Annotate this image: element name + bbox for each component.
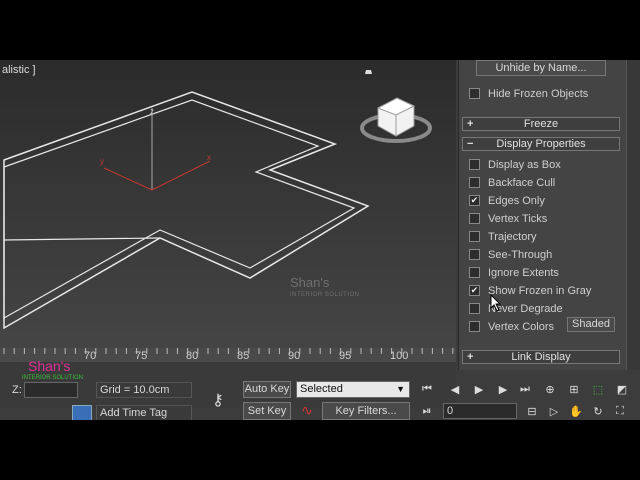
timeline-tick-label: 95 <box>339 350 352 362</box>
logo-text: Shan's <box>28 358 71 374</box>
option-label: Vertex Colors <box>488 321 555 333</box>
timeline-tick-label: 70 <box>84 350 97 362</box>
timeline-tick-label: 90 <box>288 350 301 362</box>
curve-editor-icon[interactable]: ∿ <box>296 402 318 420</box>
option-see-through[interactable]: See-Through <box>469 247 552 263</box>
checkbox-box[interactable] <box>469 230 480 242</box>
checkbox-box[interactable] <box>469 266 480 278</box>
app-window: alistic ] y x z Shan's INTERIOR SOLUTION <box>0 60 640 420</box>
display-properties-rollout[interactable]: − Display Properties <box>462 137 620 151</box>
key-icon[interactable]: ⚷ <box>203 390 233 409</box>
key-mode-icon[interactable]: ⏯ <box>418 405 436 418</box>
watermark: Shan's INTERIOR SOLUTION <box>290 275 360 298</box>
timeline-tick-label: 80 <box>186 350 199 362</box>
orbit-icon[interactable]: ↻ <box>590 405 606 418</box>
collapse-icon: − <box>467 138 474 150</box>
option-label: Ignore Extents <box>488 267 559 279</box>
unhide-by-name-button[interactable]: Unhide by Name... <box>476 60 606 76</box>
zoom-extents-all-icon[interactable]: ◩ <box>614 383 630 396</box>
checkbox-box[interactable] <box>469 158 480 170</box>
option-never-degrade[interactable]: Never Degrade <box>469 301 563 317</box>
walk-through-icon[interactable]: ✋ <box>568 405 584 418</box>
key-filters-button[interactable]: Key Filters... <box>322 402 410 420</box>
go-to-end-icon[interactable]: ⏭ <box>516 383 534 396</box>
option-label: See-Through <box>488 249 553 261</box>
grid-readout: Grid = 10.0cm <box>96 382 192 398</box>
logo-subtext: INTERIOR SOLUTION <box>22 375 84 381</box>
option-vertex-colors[interactable]: Vertex Colors <box>469 319 554 335</box>
option-display-as-box[interactable]: Display as Box <box>469 157 561 173</box>
option-ignore-extents[interactable]: Ignore Extents <box>469 265 559 281</box>
current-frame-field[interactable]: 0 <box>443 403 517 419</box>
option-backface-cull[interactable]: Backface Cull <box>469 175 555 191</box>
option-edges-only[interactable]: ✔ Edges Only <box>469 193 545 209</box>
svg-text:y: y <box>100 157 104 166</box>
selection-set-dropdown[interactable]: Selected ▼ <box>296 381 410 398</box>
option-vertex-ticks[interactable]: Vertex Ticks <box>469 211 547 227</box>
option-label: Trajectory <box>488 231 537 243</box>
go-to-start-icon[interactable]: ⏮ <box>418 383 436 396</box>
checkbox-box[interactable] <box>469 176 480 188</box>
option-show-frozen-in-gray[interactable]: ✔ Show Frozen in Gray <box>469 283 591 299</box>
next-frame-icon[interactable]: ▶ <box>494 383 512 396</box>
shaded-button[interactable]: Shaded <box>567 317 615 332</box>
time-tag-icon[interactable] <box>72 405 92 420</box>
z-coordinate-field[interactable] <box>24 382 78 398</box>
checkbox-box[interactable] <box>469 212 480 224</box>
zoom-extents-icon[interactable]: ⬚ <box>590 383 606 396</box>
checkbox-box[interactable] <box>469 320 480 332</box>
auto-key-button[interactable]: Auto Key <box>243 381 291 398</box>
panel-scrollbar[interactable] <box>626 60 640 370</box>
checkbox-box[interactable] <box>469 302 480 314</box>
svg-text:z: z <box>150 107 154 116</box>
checkbox-box[interactable]: ✔ <box>469 194 480 206</box>
option-label: Edges Only <box>488 195 545 207</box>
expand-icon: + <box>467 351 474 363</box>
option-label: Backface Cull <box>488 177 556 189</box>
set-key-button[interactable]: Set Key <box>243 402 291 420</box>
option-trajectory[interactable]: Trajectory <box>469 229 537 245</box>
z-label: Z: <box>12 384 22 396</box>
checkbox-box[interactable] <box>469 87 480 99</box>
home-icon[interactable] <box>365 70 372 74</box>
view-cube-icon[interactable] <box>360 97 432 143</box>
mouse-cursor-icon <box>490 294 502 312</box>
field-of-view-icon[interactable]: ⊟ <box>524 405 540 418</box>
link-display-rollout[interactable]: + Link Display <box>462 350 620 364</box>
option-label: Vertex Ticks <box>488 213 548 225</box>
svg-text:x: x <box>207 153 211 162</box>
play-icon[interactable]: ▶ <box>470 383 488 396</box>
pan-icon[interactable]: ▷ <box>546 405 562 418</box>
previous-frame-icon[interactable]: ◀ <box>446 383 464 396</box>
checkbox-box[interactable] <box>469 248 480 260</box>
expand-icon: + <box>467 118 474 130</box>
timeline-tick-label: 75 <box>135 350 148 362</box>
add-time-tag-button[interactable]: Add Time Tag <box>96 405 192 420</box>
floor-plan-wireframe: y x z <box>3 70 432 330</box>
maximize-viewport-icon[interactable]: ⛶ <box>612 405 628 418</box>
hide-frozen-objects-checkbox[interactable]: Hide Frozen Objects <box>469 86 588 102</box>
timeline-tick-label: 85 <box>237 350 250 362</box>
freeze-rollout[interactable]: + Freeze <box>462 117 620 131</box>
timeline-tick-label: 100 <box>390 350 409 362</box>
checkbox-box[interactable]: ✔ <box>469 284 480 296</box>
zoom-all-icon[interactable]: ⊞ <box>566 383 582 396</box>
chevron-down-icon: ▼ <box>396 384 405 394</box>
option-label: Show Frozen in Gray <box>488 285 592 297</box>
option-label: Display as Box <box>488 159 561 171</box>
zoom-icon[interactable]: ⊕ <box>542 383 558 396</box>
